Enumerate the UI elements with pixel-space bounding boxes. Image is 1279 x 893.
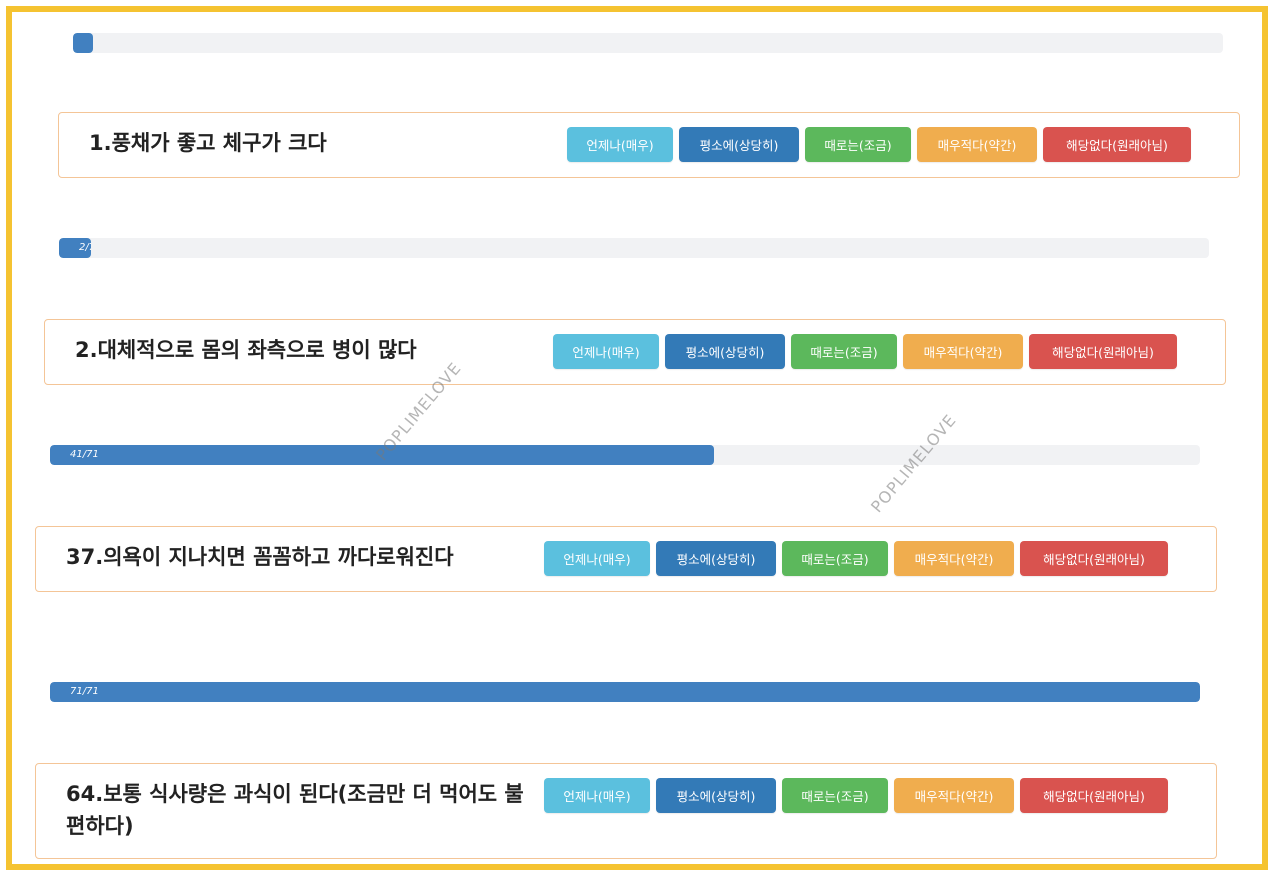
question-text: 2.대체적으로 몸의 좌측으로 병이 많다 <box>75 338 417 362</box>
question-text: 64.보통 식사량은 과식이 된다(조금만 더 먹어도 불편하다) <box>66 782 524 838</box>
question-card: 1.풍채가 좋고 체구가 크다 언제나(매우) 평소에(상당히) 때로는(조금)… <box>58 112 1240 178</box>
option-usually-button[interactable]: 평소에(상당히) <box>679 127 799 162</box>
option-rarely-button[interactable]: 매우적다(약간) <box>894 541 1014 576</box>
answer-options: 언제나(매우) 평소에(상당히) 때로는(조금) 매우적다(약간) 해당없다(원… <box>544 778 1168 813</box>
question-text: 37.의욕이 지나치면 꼼꼼하고 까다로워진다 <box>66 545 454 569</box>
progress-bar: 71/71 <box>50 682 1200 702</box>
option-always-button[interactable]: 언제나(매우) <box>544 778 650 813</box>
option-none-button[interactable]: 해당없다(원래아님) <box>1020 778 1168 813</box>
option-sometimes-button[interactable]: 때로는(조금) <box>782 541 888 576</box>
option-sometimes-button[interactable]: 때로는(조금) <box>782 778 888 813</box>
option-sometimes-button[interactable]: 때로는(조금) <box>805 127 911 162</box>
option-always-button[interactable]: 언제나(매우) <box>553 334 659 369</box>
option-rarely-button[interactable]: 매우적다(약간) <box>903 334 1023 369</box>
question-card: 37.의욕이 지나치면 꼼꼼하고 까다로워진다 언제나(매우) 평소에(상당히)… <box>35 526 1217 592</box>
progress-fill: 2/71 <box>59 238 92 258</box>
option-none-button[interactable]: 해당없다(원래아님) <box>1020 541 1168 576</box>
survey-frame: 1.풍채가 좋고 체구가 크다 언제나(매우) 평소에(상당히) 때로는(조금)… <box>6 6 1268 870</box>
progress-bar <box>73 33 1223 53</box>
question-card: 2.대체적으로 몸의 좌측으로 병이 많다 언제나(매우) 평소에(상당히) 때… <box>44 319 1226 385</box>
progress-bar: 41/71 <box>50 445 1200 465</box>
option-sometimes-button[interactable]: 때로는(조금) <box>791 334 897 369</box>
question-text: 1.풍채가 좋고 체구가 크다 <box>89 131 327 155</box>
progress-fill: 71/71 <box>50 682 1200 702</box>
option-rarely-button[interactable]: 매우적다(약간) <box>894 778 1014 813</box>
option-rarely-button[interactable]: 매우적다(약간) <box>917 127 1037 162</box>
progress-bar: 2/71 <box>59 238 1209 258</box>
option-always-button[interactable]: 언제나(매우) <box>544 541 650 576</box>
option-none-button[interactable]: 해당없다(원래아님) <box>1043 127 1191 162</box>
option-usually-button[interactable]: 평소에(상당히) <box>656 541 776 576</box>
option-usually-button[interactable]: 평소에(상당히) <box>665 334 785 369</box>
answer-options: 언제나(매우) 평소에(상당히) 때로는(조금) 매우적다(약간) 해당없다(원… <box>567 127 1191 162</box>
answer-options: 언제나(매우) 평소에(상당히) 때로는(조금) 매우적다(약간) 해당없다(원… <box>544 541 1168 576</box>
option-always-button[interactable]: 언제나(매우) <box>567 127 673 162</box>
option-none-button[interactable]: 해당없다(원래아님) <box>1029 334 1177 369</box>
progress-fill <box>73 33 93 53</box>
answer-options: 언제나(매우) 평소에(상당히) 때로는(조금) 매우적다(약간) 해당없다(원… <box>553 334 1177 369</box>
option-usually-button[interactable]: 평소에(상당히) <box>656 778 776 813</box>
question-card: 64.보통 식사량은 과식이 된다(조금만 더 먹어도 불편하다) 언제나(매우… <box>35 763 1217 859</box>
